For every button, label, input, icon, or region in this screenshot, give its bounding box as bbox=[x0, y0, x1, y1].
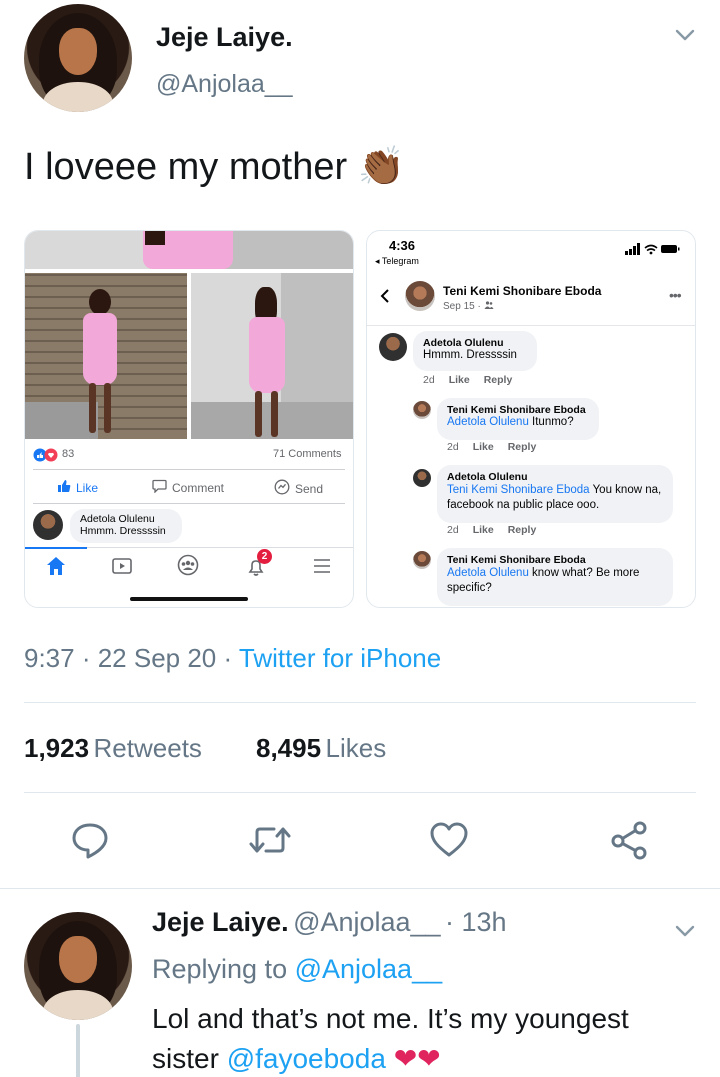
comment-2-reply[interactable]: Reply bbox=[508, 441, 537, 453]
menu-tab-icon[interactable] bbox=[311, 556, 333, 581]
retweet-icon[interactable] bbox=[248, 818, 292, 862]
reply-text-line-2: sister @fayoeboda ❤❤ bbox=[152, 1043, 441, 1074]
back-arrow-icon[interactable] bbox=[379, 289, 391, 308]
tweet-text: I loveee my mother 👏🏾 bbox=[24, 145, 405, 189]
likes-count: 8,495 bbox=[256, 733, 322, 763]
reply-author-avatar[interactable] bbox=[24, 912, 132, 1020]
comment-1-reply[interactable]: Reply bbox=[484, 374, 513, 386]
commenter-name: Adetola Olulenu bbox=[80, 513, 155, 525]
thumbs-up-icon bbox=[57, 479, 71, 496]
author-name[interactable]: Jeje Laiye. bbox=[156, 22, 293, 53]
comment-2-avatar[interactable] bbox=[413, 401, 431, 419]
tweet-time[interactable]: 9:37 · 22 Sep 20 · bbox=[24, 643, 239, 673]
comment-bubble-icon bbox=[152, 479, 167, 496]
comment-1-meta: 2d Like Reply bbox=[423, 374, 513, 386]
comment-1-bubble: Adetola Olulenu Hmmm. Dressssin bbox=[413, 331, 537, 371]
fb-send-button[interactable]: Send bbox=[274, 479, 323, 498]
reply-text-line-1: Lol and that’s not me. It’s my youngest bbox=[152, 1003, 629, 1034]
retweets-label: Retweets bbox=[93, 733, 202, 763]
share-icon[interactable] bbox=[607, 818, 651, 862]
comment-3-avatar[interactable] bbox=[413, 469, 431, 487]
photo-right bbox=[191, 273, 353, 439]
comment-text: Hmmm. Dressssin bbox=[80, 525, 166, 537]
fb-comment-bubble: Adetola Olulenu Hmmm. Dressssin bbox=[70, 509, 182, 543]
comment-4-bubble: Teni Kemi Shonibare Eboda Adetola Olulen… bbox=[437, 548, 673, 606]
retweets-count: 1,923 bbox=[24, 733, 90, 763]
commenter-avatar[interactable] bbox=[33, 510, 63, 540]
home-indicator bbox=[130, 597, 248, 601]
comment-3-meta: 2d Like Reply bbox=[447, 524, 537, 536]
fb-comment-button[interactable]: Comment bbox=[152, 479, 224, 496]
photo-top-strip bbox=[25, 231, 353, 269]
comment-4-avatar[interactable] bbox=[413, 551, 431, 569]
likes-label: Likes bbox=[325, 733, 387, 763]
photo-left bbox=[25, 273, 187, 439]
tweet-source-link[interactable]: Twitter for iPhone bbox=[239, 643, 441, 673]
reply-author-name[interactable]: Jeje Laiye. bbox=[152, 907, 289, 937]
reply-icon[interactable] bbox=[68, 818, 112, 862]
post-date: Sep 15 · bbox=[443, 301, 494, 312]
clapping-hands-emoji: 👏🏾 bbox=[357, 146, 406, 188]
comments-count[interactable]: 71 Comments bbox=[273, 448, 341, 460]
tweet-timestamp: 9:37 · 22 Sep 20 · Twitter for iPhone bbox=[24, 643, 441, 674]
comment-3-bubble: Adetola Olulenu Teni Kemi Shonibare Ebod… bbox=[437, 465, 673, 523]
media-image-left[interactable]: 83 71 Comments Like Comment Send Adetola… bbox=[24, 230, 354, 608]
notification-badge: 2 bbox=[257, 549, 272, 564]
status-time: 4:36 bbox=[389, 238, 416, 253]
fayoeboda-mention-link[interactable]: @fayoeboda bbox=[227, 1043, 386, 1074]
status-bar-icons bbox=[625, 242, 681, 260]
comment-2-bubble: Teni Kemi Shonibare Eboda Adetola Olulen… bbox=[437, 398, 599, 440]
reply-age[interactable]: · 13h bbox=[445, 907, 507, 937]
post-author-avatar[interactable] bbox=[405, 281, 435, 311]
reply-more-options-chevron-icon[interactable] bbox=[672, 918, 698, 944]
comment-2-like[interactable]: Like bbox=[473, 441, 494, 453]
heart-emoji-icons: ❤❤ bbox=[393, 1043, 441, 1074]
replying-to-line: Replying to @Anjolaa__ bbox=[152, 954, 443, 984]
reaction-icons bbox=[33, 448, 59, 462]
reply-text: Lol and that’s not me. It’s my youngest … bbox=[152, 999, 629, 1077]
reply-author-handle[interactable]: @Anjolaa__ bbox=[293, 907, 441, 937]
comment-2-meta: 2d Like Reply bbox=[447, 441, 537, 453]
comment-3-like[interactable]: Like bbox=[473, 524, 494, 536]
reply-header: Jeje Laiye. @Anjolaa__ · 13h bbox=[152, 907, 507, 938]
friends-icon bbox=[484, 301, 494, 312]
comment-1-avatar[interactable] bbox=[379, 333, 407, 361]
media-image-right[interactable]: 4:36 ◂ Telegram Teni Kemi Shonibare Ebod… bbox=[366, 230, 696, 608]
watch-tab-icon[interactable] bbox=[111, 556, 133, 581]
retweets-stat[interactable]: 1,923 Retweets bbox=[24, 733, 202, 764]
fb-like-button[interactable]: Like bbox=[57, 479, 98, 496]
like-heart-icon[interactable] bbox=[427, 818, 471, 862]
author-avatar[interactable] bbox=[24, 4, 132, 112]
home-tab-icon[interactable] bbox=[45, 556, 67, 581]
reaction-count[interactable]: 83 bbox=[62, 448, 74, 460]
back-to-telegram-link[interactable]: ◂ Telegram bbox=[375, 256, 419, 267]
tweet-text-body: I loveee my mother bbox=[24, 146, 348, 188]
groups-tab-icon[interactable] bbox=[177, 554, 199, 581]
thread-connector-line bbox=[76, 1024, 80, 1077]
comment-1-like[interactable]: Like bbox=[449, 374, 470, 386]
more-options-chevron-icon[interactable] bbox=[672, 22, 698, 48]
author-handle[interactable]: @Anjolaa__ bbox=[156, 70, 293, 99]
comment-3-reply[interactable]: Reply bbox=[508, 524, 537, 536]
likes-stat[interactable]: 8,495 Likes bbox=[256, 733, 386, 764]
replying-to-handle-link[interactable]: @Anjolaa__ bbox=[295, 954, 443, 984]
post-more-options-icon[interactable]: ••• bbox=[669, 287, 682, 303]
post-author-name[interactable]: Teni Kemi Shonibare Eboda bbox=[443, 284, 601, 298]
messenger-icon bbox=[274, 479, 290, 498]
